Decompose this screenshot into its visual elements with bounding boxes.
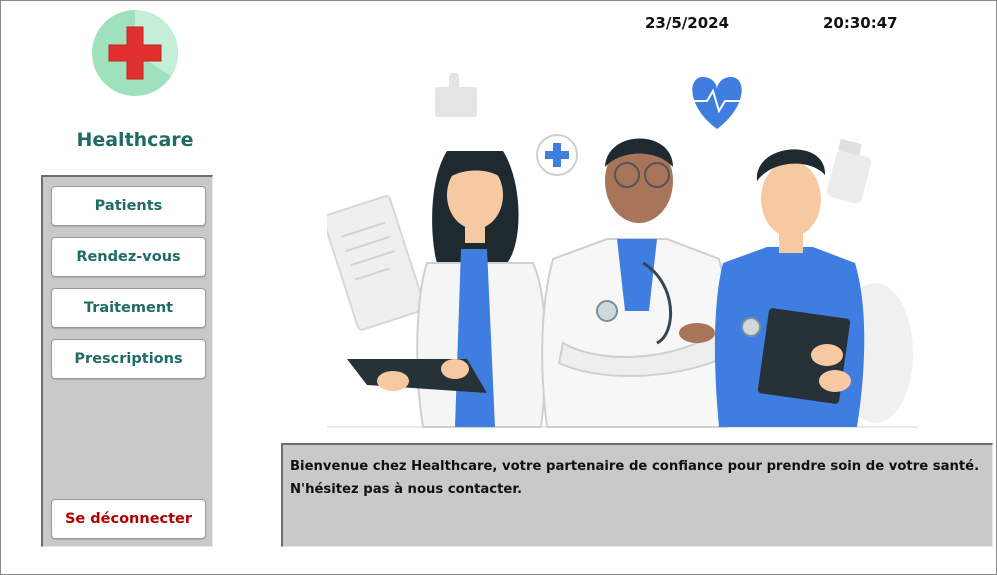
current-time: 20:30:47	[823, 14, 898, 32]
welcome-message-panel: Bienvenue chez Healthcare, votre partena…	[281, 443, 993, 547]
sidebar: Patients Rendez-vous Traitement Prescrip…	[41, 175, 213, 547]
app-logo	[91, 9, 179, 97]
heart-pulse-icon	[692, 77, 742, 129]
current-date: 23/5/2024	[645, 14, 730, 32]
medical-cross-icon	[92, 10, 178, 96]
logout-button[interactable]: Se déconnecter	[51, 499, 206, 539]
rendez-vous-button[interactable]: Rendez-vous	[51, 237, 206, 277]
app-window: Healthcare 23/5/2024 20:30:47 Patients R…	[0, 0, 997, 575]
clipboard-icon	[322, 195, 426, 331]
thumbs-up-icon	[435, 73, 477, 117]
pill-bottle-icon	[826, 139, 872, 204]
prescriptions-button[interactable]: Prescriptions	[51, 339, 206, 379]
welcome-line-1: Bienvenue chez Healthcare, votre partena…	[290, 459, 980, 474]
app-name: Healthcare	[76, 129, 194, 151]
doctor-man-center	[541, 138, 733, 428]
traitement-button[interactable]: Traitement	[51, 288, 206, 328]
welcome-line-2: N'hésitez pas à nous contacter.	[290, 482, 523, 497]
plus-badge-icon	[536, 134, 578, 176]
doctors-illustration	[322, 63, 917, 433]
patients-button[interactable]: Patients	[51, 186, 206, 226]
